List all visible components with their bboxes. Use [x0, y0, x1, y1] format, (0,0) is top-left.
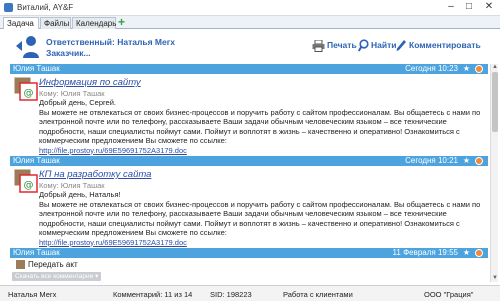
message-subject[interactable]: Информация по сайту	[39, 77, 141, 88]
attachment-link[interactable]: http://file.prostoy.ru/69E59691752A3179.…	[39, 146, 187, 155]
email-avatar-icon: @	[14, 77, 38, 101]
pencil-icon	[396, 40, 406, 52]
search-icon	[358, 39, 369, 52]
message-item: Юлия Ташак Сегодня 10:21 ★ @ КП на разра…	[10, 156, 488, 247]
message-header: Юлия Ташак 11 Февраля 19:55 ★	[10, 248, 488, 258]
svg-text:@: @	[24, 88, 34, 99]
maximize-icon[interactable]: □	[462, 1, 476, 14]
tab-strip: Задача Файлы Календарь	[0, 16, 500, 29]
svg-text:@: @	[24, 180, 34, 191]
show-comments-button[interactable]: Скачать все комментарии ▾	[12, 272, 102, 281]
responsible-link[interactable]: Ответственный: Наталья Мегх	[46, 37, 175, 47]
app-icon	[4, 3, 13, 12]
message-author: Юлия Ташак	[13, 156, 60, 165]
message-header: Юлия Ташак Сегодня 10:23 ★	[10, 64, 488, 74]
find-label: Найти	[371, 40, 397, 50]
message-body: Добрый день, Сергей. Вы можете не отвлек…	[39, 98, 486, 155]
message-date: Сегодня 10:21	[405, 156, 458, 165]
message-body: Добрый день, Наталья! Вы можете не отвле…	[39, 190, 486, 247]
message-recipient: Кому: Юлия Ташак	[39, 89, 105, 98]
minimize-icon[interactable]: –	[444, 1, 458, 14]
status-company: ООО "Грация"	[424, 290, 474, 299]
message-date: 11 Февраля 19:55	[392, 248, 458, 257]
feed-scrollbar[interactable]: ▲ ▼	[490, 64, 498, 282]
tab-task[interactable]: Задача	[3, 17, 39, 29]
comment-button[interactable]: Комментировать	[396, 38, 481, 52]
message-subject[interactable]: КП на разработку сайта	[39, 169, 151, 180]
message-author: Юлия Ташак	[13, 248, 60, 257]
star-icon[interactable]: ★	[463, 64, 470, 74]
attachment-link[interactable]: http://file.prostoy.ru/69E59691752A3179.…	[39, 238, 187, 247]
tab-files[interactable]: Файлы	[40, 17, 71, 29]
status-sid: SID: 198223	[210, 290, 252, 299]
status-comment-count: Комментарий: 11 из 14	[113, 290, 193, 299]
status-user: Наталья Мегх	[8, 290, 57, 299]
print-label: Печать	[327, 40, 357, 50]
message-date: Сегодня 10:23	[405, 64, 458, 73]
comment-label: Комментировать	[409, 40, 481, 50]
status-bar: Наталья Мегх Комментарий: 11 из 14 SID: …	[0, 285, 500, 301]
tab-calendar[interactable]: Календарь	[72, 17, 116, 29]
window-title: Виталий, AY&F	[17, 3, 74, 12]
message-greeting: Добрый день, Сергей.	[39, 98, 117, 107]
status-dot-icon[interactable]	[475, 157, 483, 165]
email-avatar-icon: @	[14, 169, 38, 193]
star-icon[interactable]: ★	[463, 156, 470, 166]
small-avatar-icon	[16, 260, 25, 269]
message-subject[interactable]: Передать акт	[28, 260, 78, 269]
status-mode: Работа с клиентами	[283, 290, 353, 299]
find-button[interactable]: Найти	[358, 38, 396, 52]
message-item: Юлия Ташак 11 Февраля 19:55 ★ Передать а…	[10, 248, 488, 270]
title-bar: Виталий, AY&F – □ ✕	[0, 0, 500, 16]
add-tab-icon[interactable]: +	[118, 16, 130, 28]
printer-icon	[312, 39, 325, 52]
message-greeting: Добрый день, Наталья!	[39, 190, 121, 199]
close-icon[interactable]: ✕	[482, 1, 496, 14]
message-item: Юлия Ташак Сегодня 10:23 ★ @ Информация …	[10, 64, 488, 156]
scrollbar-thumb[interactable]	[492, 72, 498, 132]
back-user-icon[interactable]	[14, 32, 42, 60]
scroll-down-icon[interactable]: ▼	[491, 275, 499, 282]
star-icon[interactable]: ★	[463, 248, 470, 258]
message-text: Вы можете не отвлекаться от своих бизнес…	[39, 199, 481, 238]
status-dot-icon[interactable]	[475, 65, 483, 73]
print-button[interactable]: Печать	[312, 38, 357, 52]
message-header: Юлия Ташак Сегодня 10:21 ★	[10, 156, 488, 166]
scroll-up-icon[interactable]: ▲	[491, 64, 499, 71]
message-text: Вы можете не отвлекаться от своих бизнес…	[39, 107, 481, 146]
message-author: Юлия Ташак	[13, 64, 60, 73]
status-dot-icon[interactable]	[475, 249, 483, 257]
customer-link[interactable]: Заказчик...	[46, 48, 91, 58]
message-feed: Юлия Ташак Сегодня 10:23 ★ @ Информация …	[10, 64, 488, 270]
task-header: Ответственный: Наталья Мегх Заказчик... …	[0, 30, 500, 62]
message-recipient: Кому: Юлия Ташак	[39, 181, 105, 190]
